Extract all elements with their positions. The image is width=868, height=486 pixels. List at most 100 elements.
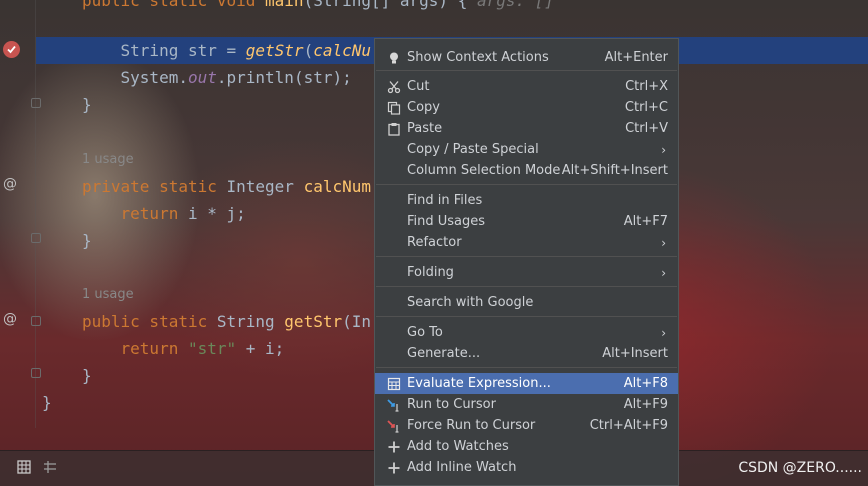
menu-item-generate[interactable]: Generate... Alt+Insert: [375, 343, 678, 364]
code-token: "str": [187, 339, 237, 358]
menu-item-shortcut: Alt+F9: [623, 397, 668, 412]
menu-item-search-with-google[interactable]: Search with Google: [375, 292, 678, 313]
menu-item-shortcut: Ctrl+X: [625, 79, 668, 94]
menu-item-cut[interactable]: Cut Ctrl+X: [375, 76, 678, 97]
menu-item-evaluate-expression[interactable]: Evaluate Expression... Alt+F8: [375, 373, 678, 394]
code-token: calcNu: [313, 41, 371, 60]
menu-item-show-context-actions[interactable]: Show Context Actions Alt+Enter: [375, 47, 678, 68]
menu-item-run-to-cursor[interactable]: Run to Cursor Alt+F9: [375, 394, 678, 415]
paste-icon: [386, 121, 402, 137]
watermark: CSDN @ZERO......: [738, 460, 862, 476]
menu-separator: [376, 184, 677, 185]
menu-item-shortcut: Alt+Insert: [602, 346, 668, 361]
menu-item-shortcut: Alt+F7: [623, 214, 668, 229]
menu-separator: [376, 316, 677, 317]
code-token: calcNum: [303, 177, 371, 196]
code-token: System.: [82, 68, 188, 87]
code-token: getStr: [245, 41, 304, 60]
menu-item-label: Go To: [407, 325, 443, 340]
menu-item-label: Find Usages: [407, 214, 486, 229]
menu-item-shortcut: Alt+Enter: [604, 50, 668, 65]
submenu-arrow-icon: ›: [661, 325, 666, 340]
menu-item-label: Show Context Actions: [407, 50, 549, 65]
code-token: }: [82, 231, 92, 250]
usage-hint[interactable]: 1 usage: [82, 285, 134, 305]
code-token: getStr: [284, 312, 343, 331]
menu-item-label: Force Run to Cursor: [407, 418, 536, 433]
menu-item-copy[interactable]: Copy Ctrl+C: [375, 97, 678, 118]
menu-item-label: Column Selection Mode: [407, 163, 561, 178]
menu-item-shortcut: Ctrl+C: [624, 100, 668, 115]
submenu-arrow-icon: ›: [661, 235, 666, 250]
code-token: (String[] args) {: [303, 0, 477, 10]
code-token: Integer: [226, 177, 304, 196]
table-icon[interactable]: [16, 459, 32, 475]
code-token: (: [303, 41, 314, 60]
force-run-to-cursor-icon: [386, 418, 402, 434]
menu-item-label: Paste: [407, 121, 443, 136]
calculator-icon: [386, 376, 402, 392]
code-token: return: [120, 204, 188, 223]
menu-item-label: Run to Cursor: [407, 397, 496, 412]
code-token: public static: [82, 312, 217, 331]
menu-item-shortcut: Ctrl+Alt+F9: [589, 418, 668, 433]
code-token: }: [82, 95, 92, 114]
menu-item-shortcut: Alt+F8: [623, 376, 668, 391]
code-token: }: [42, 393, 52, 412]
menu-item-copy-paste-special[interactable]: Copy / Paste Special ›: [375, 139, 678, 160]
run-to-cursor-icon: [386, 397, 402, 413]
menu-item-find-in-files[interactable]: Find in Files: [375, 190, 678, 211]
menu-item-add-inline-watch[interactable]: Add Inline Watch: [375, 457, 678, 478]
menu-item-label: Find in Files: [407, 193, 483, 208]
menu-item-shortcut: Ctrl+V: [625, 121, 668, 136]
menu-item-label: Cut: [407, 79, 430, 94]
bulb-icon: [386, 50, 402, 66]
code-token: i * j;: [187, 204, 246, 223]
menu-item-label: Copy / Paste Special: [407, 142, 539, 157]
menu-item-refactor[interactable]: Refactor ›: [375, 232, 678, 253]
menu-item-shortcut: Alt+Shift+Insert: [561, 163, 668, 178]
menu-item-go-to[interactable]: Go To ›: [375, 322, 678, 343]
menu-item-column-selection-mode[interactable]: Column Selection Mode Alt+Shift+Insert: [375, 160, 678, 181]
code-token: public static: [82, 0, 217, 10]
breakpoint-icon[interactable]: [3, 41, 20, 58]
restore-layout-icon[interactable]: [42, 459, 58, 475]
menu-separator: [376, 367, 677, 368]
code-token: (In: [342, 312, 371, 331]
code-token: String str =: [82, 41, 246, 60]
editor-context-menu: Show Context Actions Alt+Enter Cut Ctrl+X Co…: [374, 38, 679, 486]
code-token: return: [120, 339, 188, 358]
menu-item-label: Search with Google: [407, 295, 534, 310]
scissors-icon: [386, 79, 402, 95]
code-token: void: [216, 0, 266, 10]
add-watch-icon: [386, 439, 402, 455]
code-token: main: [265, 0, 304, 10]
copy-icon: [386, 100, 402, 116]
menu-item-paste[interactable]: Paste Ctrl+V: [375, 118, 678, 139]
code-token: }: [82, 366, 92, 385]
submenu-arrow-icon: ›: [661, 265, 666, 280]
menu-item-label: Copy: [407, 100, 440, 115]
menu-separator: [376, 256, 677, 257]
submenu-arrow-icon: ›: [661, 142, 666, 157]
menu-item-force-run-to-cursor[interactable]: Force Run to Cursor Ctrl+Alt+F9: [375, 415, 678, 436]
menu-separator: [376, 286, 677, 287]
menu-item-label: Generate...: [407, 346, 481, 361]
code-token: out: [187, 68, 217, 87]
menu-item-label: Add to Watches: [407, 439, 509, 454]
menu-item-folding[interactable]: Folding ›: [375, 262, 678, 283]
code-token: + i;: [236, 339, 285, 358]
menu-separator: [376, 70, 677, 71]
code-line[interactable]: public static void main(String[] args) {…: [0, 0, 868, 14]
menu-item-add-to-watches[interactable]: Add to Watches: [375, 436, 678, 457]
usage-hint[interactable]: 1 usage: [82, 150, 134, 170]
menu-item-label: Folding: [407, 265, 454, 280]
menu-item-find-usages[interactable]: Find Usages Alt+F7: [375, 211, 678, 232]
add-inline-watch-icon: [386, 460, 402, 476]
code-token: String: [216, 312, 285, 331]
code-token: args: []: [476, 0, 555, 10]
menu-item-label: Add Inline Watch: [407, 460, 517, 475]
menu-item-label: Refactor: [407, 235, 462, 250]
